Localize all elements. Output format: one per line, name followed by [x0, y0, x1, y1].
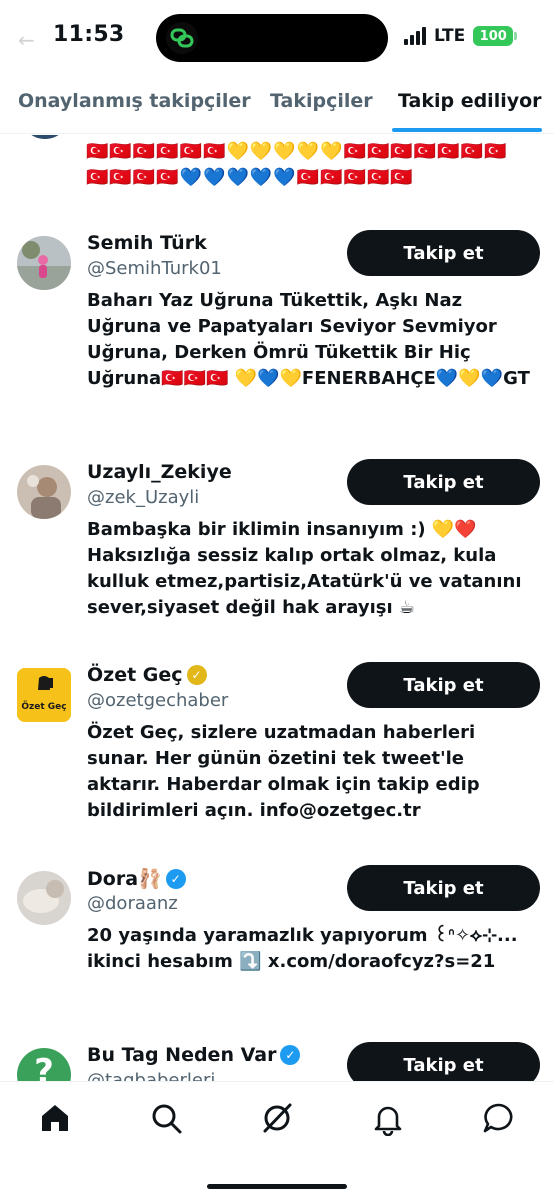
active-tab-indicator [392, 128, 542, 132]
user-name[interactable]: Semih Türk [87, 232, 207, 254]
home-icon[interactable] [37, 1100, 73, 1136]
messages-icon[interactable] [481, 1100, 517, 1136]
link-icon [166, 22, 198, 54]
network-label: LTE [434, 26, 466, 46]
verified-badge-icon: ✓ [186, 665, 207, 685]
user-bio: 20 yaşında yaramazlık yapıyorum ꒰ᐢ✧⟡⊹...… [87, 925, 518, 972]
follow-button[interactable]: Takip et [347, 865, 540, 911]
user-bio: Bambaşka bir iklimin insanıyım :) 💛❤️ Ha… [87, 519, 522, 618]
signal-icon [404, 27, 426, 45]
verified-badge-icon: ✓ [280, 1045, 301, 1065]
bottom-nav [0, 1081, 554, 1199]
avatar-label: Özet Geç [21, 702, 67, 712]
avatar[interactable] [20, 135, 70, 139]
user-name[interactable]: Uzaylı_Zekiye [87, 461, 232, 483]
user-handle[interactable]: @ozetgechaber [87, 690, 228, 711]
bell-icon[interactable] [370, 1100, 406, 1137]
user-name[interactable]: Dora🩰 ✓ [87, 867, 186, 890]
avatar[interactable]: ? [17, 1048, 71, 1081]
follow-button[interactable]: Takip et [347, 230, 540, 276]
user-bio: Özet Geç, sizlere uzatmadan haberleri su… [87, 722, 480, 821]
back-arrow-icon: ← [18, 28, 35, 52]
status-indicators: LTE 100 [404, 26, 518, 46]
status-time: 11:53 [53, 22, 125, 47]
battery-icon: 100 [473, 26, 518, 46]
avatar[interactable] [17, 465, 71, 519]
user-bio: 🇹🇷🇹🇷🇹🇷🇹🇷🇹🇷🇹🇷💛💛💛💛💛🇹🇷🇹🇷🇹🇷🇹🇷🇹🇷🇹🇷🇹🇷 🇹🇷🇹🇷🇹🇷🇹🇷… [86, 141, 508, 188]
tab-verified-followers[interactable]: Onaylanmış takipçiler [18, 90, 251, 112]
dynamic-island [156, 14, 388, 62]
follow-button[interactable]: Takip et [347, 459, 540, 505]
user-name[interactable]: Bu Tag Neden Var ✓ [87, 1044, 301, 1066]
user-bio: Baharı Yaz Uğruna Tükettik, Aşkı Naz Uğr… [87, 290, 530, 389]
follow-button[interactable]: Takip et [347, 662, 540, 708]
avatar[interactable] [17, 236, 71, 290]
home-indicator [207, 1184, 347, 1189]
tab-followers[interactable]: Takipçiler [270, 90, 373, 112]
follow-tabs: Onaylanmış takipçiler Takipçiler Takip e… [0, 76, 554, 134]
avatar-label: ? [34, 1052, 54, 1081]
tab-following[interactable]: Takip ediliyor [398, 90, 542, 112]
grok-icon[interactable] [259, 1100, 295, 1136]
verified-badge-icon: ✓ [165, 868, 186, 889]
user-handle[interactable]: @tagbaberleri [87, 1070, 215, 1081]
user-name[interactable]: Özet Geç ✓ [87, 664, 207, 686]
user-handle[interactable]: @SemihTurk01 [87, 258, 222, 279]
status-bar: ← 11:53 LTE 100 [0, 0, 554, 76]
user-handle[interactable]: @zek_Uzayli [87, 487, 199, 508]
user-handle[interactable]: @doraanz [87, 893, 178, 914]
follow-button[interactable]: Takip et [347, 1042, 540, 1081]
search-icon[interactable] [148, 1100, 184, 1136]
avatar[interactable]: Özet Geç [17, 668, 71, 722]
following-list: 🇹🇷🇹🇷🇹🇷🇹🇷🇹🇷🇹🇷💛💛💛💛💛🇹🇷🇹🇷🇹🇷🇹🇷🇹🇷🇹🇷🇹🇷 🇹🇷🇹🇷🇹🇷🇹🇷… [0, 135, 554, 1081]
avatar[interactable] [17, 871, 71, 925]
